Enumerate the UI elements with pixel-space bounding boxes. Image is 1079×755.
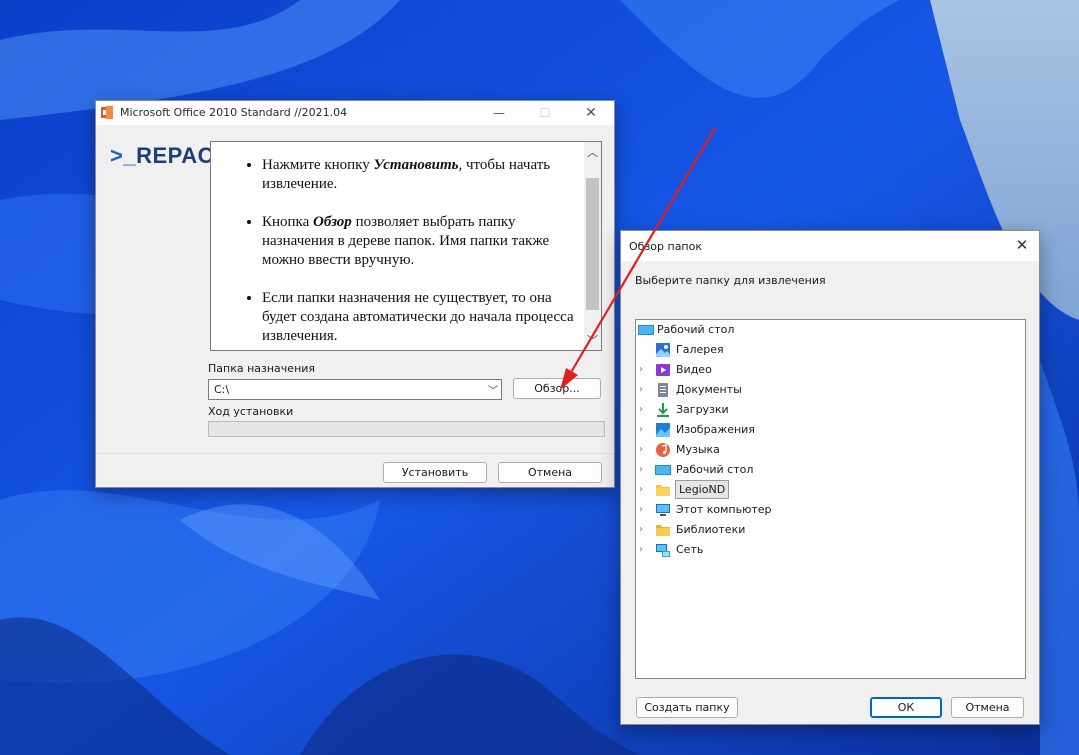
annotation-arrow	[560, 127, 716, 390]
